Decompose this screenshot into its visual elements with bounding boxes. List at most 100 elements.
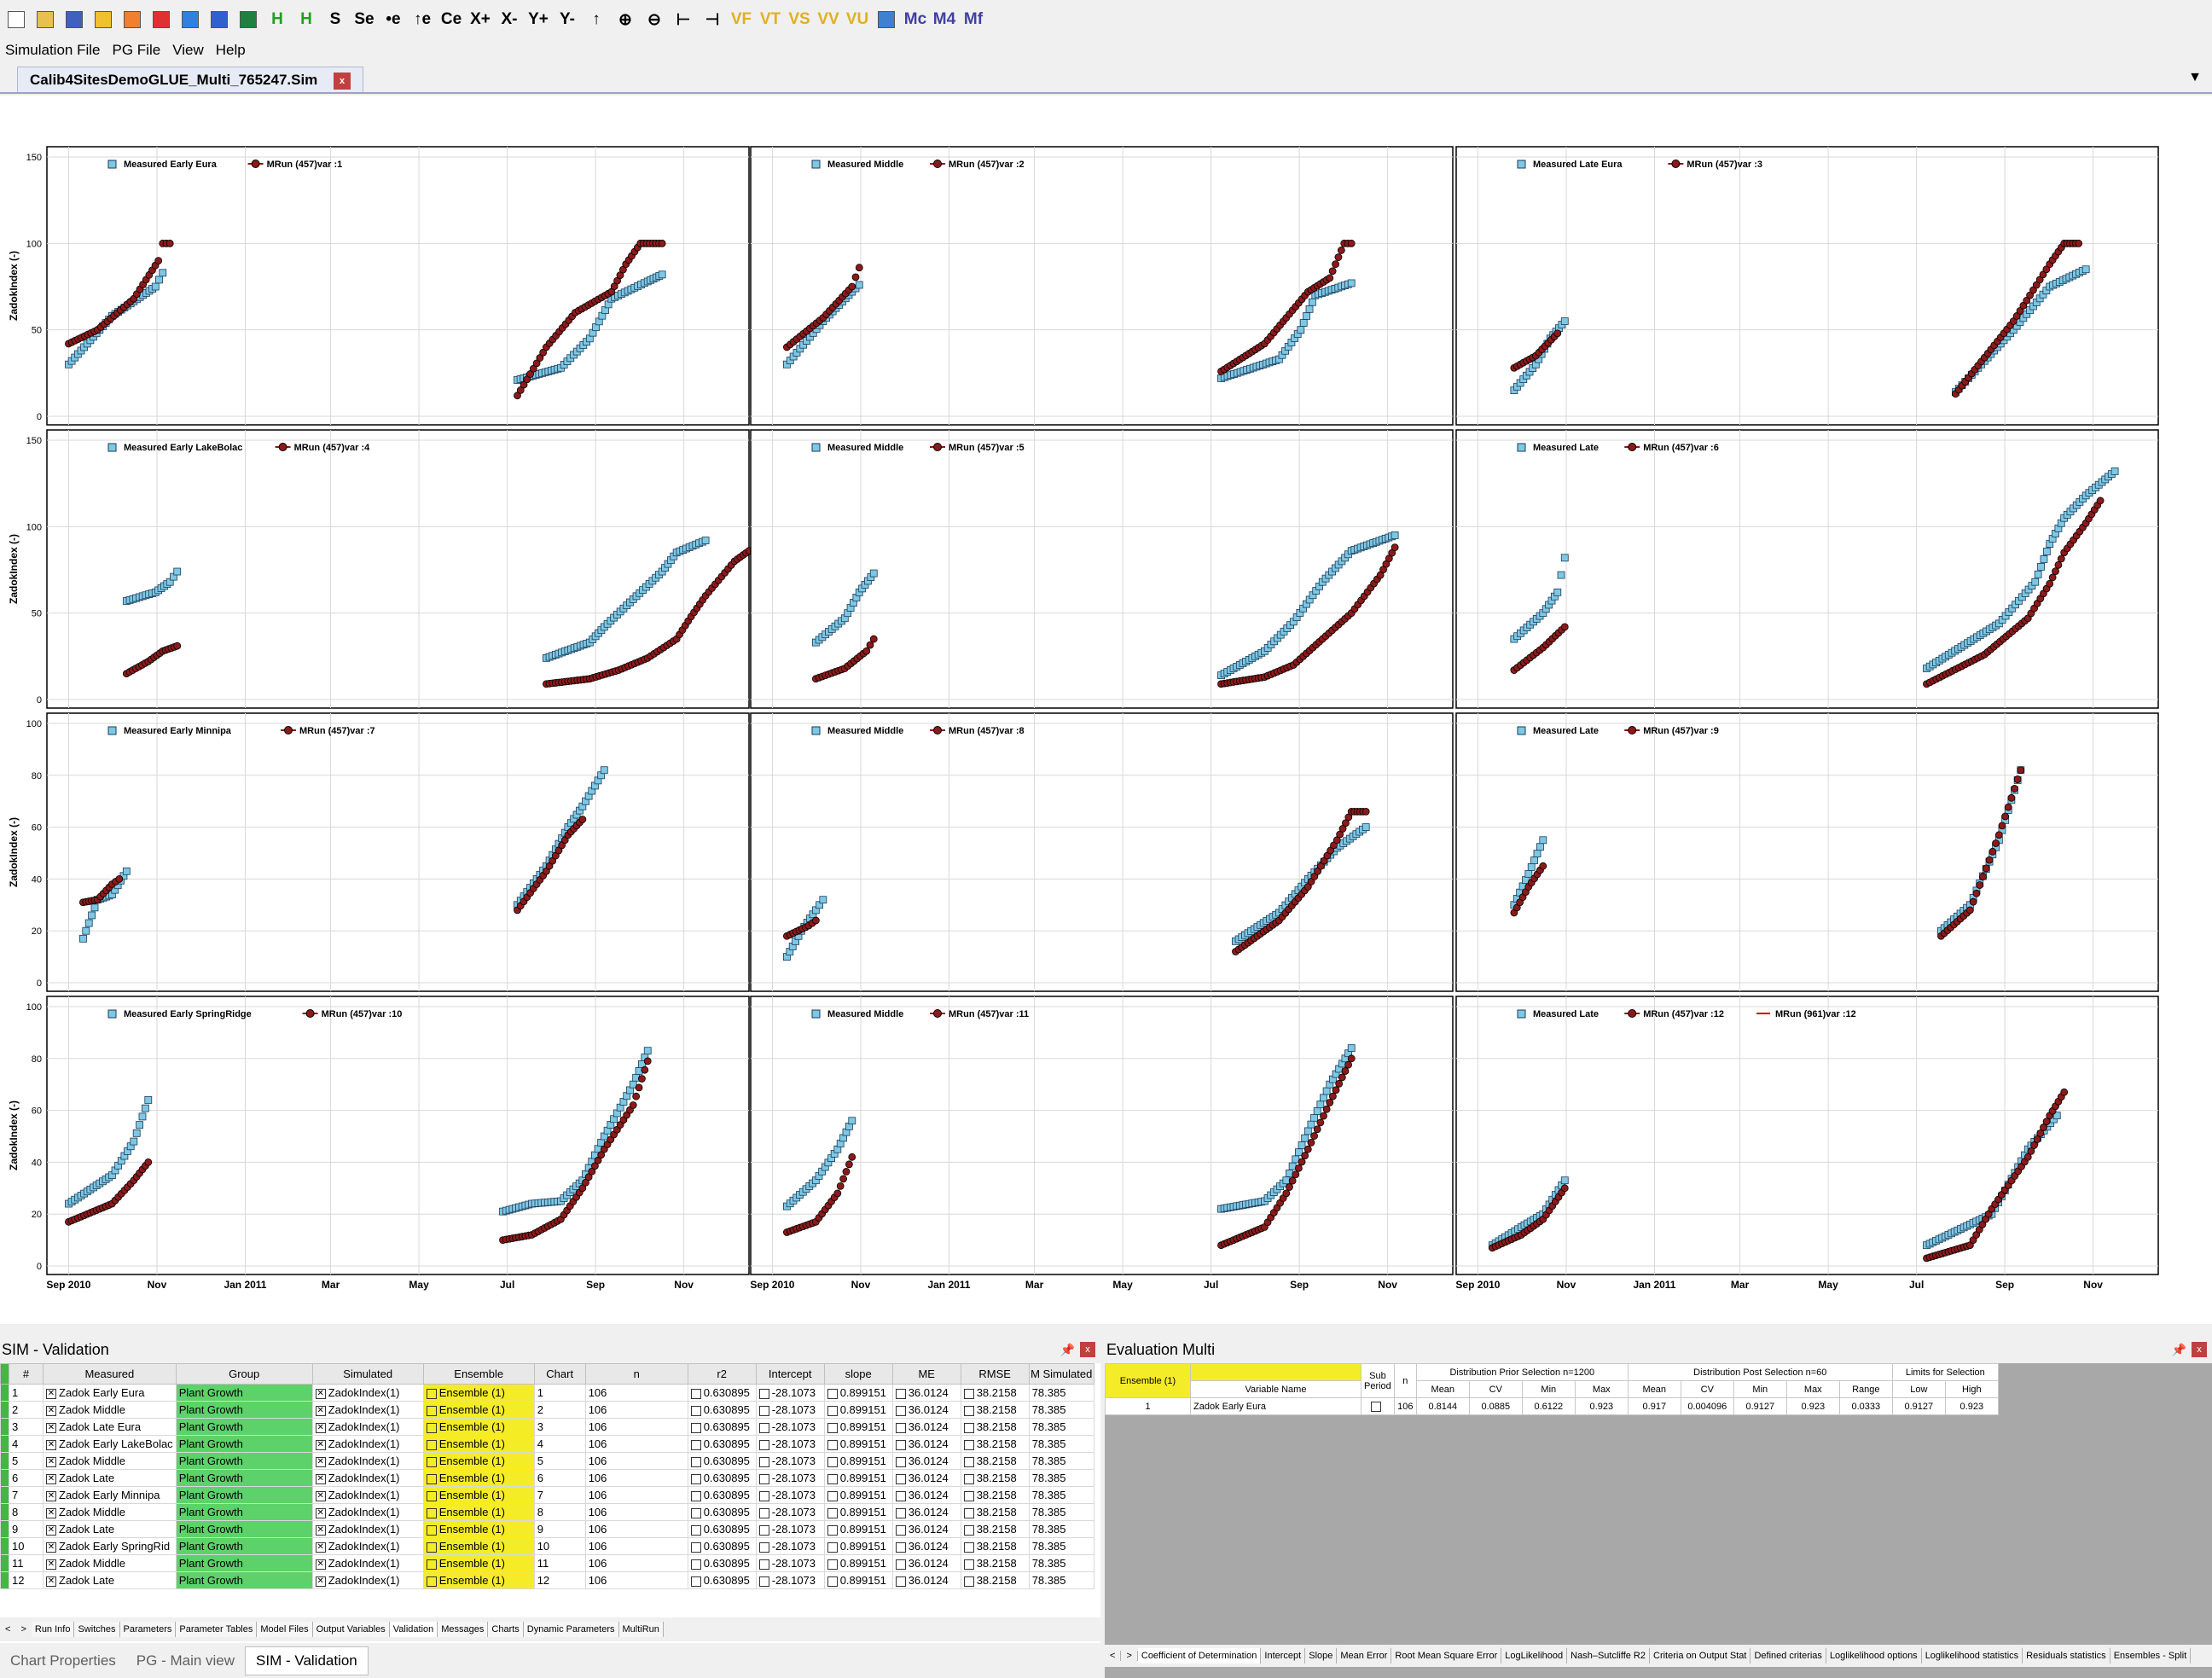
cell-r2[interactable]: 0.630895 <box>687 1503 757 1521</box>
toolbar-button-32[interactable]: M4 <box>932 7 957 32</box>
cell-slope[interactable]: 0.899151 <box>823 1435 893 1453</box>
output-icon[interactable] <box>206 7 232 32</box>
cell-n[interactable]: 106 <box>584 1554 688 1572</box>
toolbar-button-11[interactable]: S <box>322 7 348 32</box>
tab-coefficient-of-determination[interactable]: Coefficient of Determination <box>1137 1648 1262 1663</box>
checkbox[interactable]: ✕ <box>315 1542 326 1553</box>
tab-parameters[interactable]: Parameters <box>119 1622 177 1637</box>
checkbox[interactable] <box>690 1473 701 1484</box>
cell-rmse[interactable]: 38.2158 <box>960 1452 1030 1470</box>
cell-n[interactable]: 106 <box>584 1469 688 1487</box>
checkbox[interactable] <box>426 1542 437 1553</box>
tab-ensembles-split[interactable]: Ensembles - Split <box>2110 1648 2192 1663</box>
checkbox[interactable] <box>426 1507 437 1518</box>
checkbox[interactable] <box>426 1490 437 1501</box>
cell-group[interactable]: Plant Growth <box>175 1401 313 1419</box>
column-header[interactable]: # <box>9 1363 44 1385</box>
cell-slope[interactable]: 0.899151 <box>823 1486 893 1504</box>
cell-n[interactable]: 106 <box>584 1537 688 1555</box>
cell-m-simulated[interactable]: 78.385 <box>1028 1435 1094 1453</box>
close-icon[interactable]: x <box>1080 1342 1095 1357</box>
checkbox[interactable] <box>426 1473 437 1484</box>
cell-rmse[interactable]: 38.2158 <box>960 1384 1030 1402</box>
cell-n[interactable]: 106 <box>584 1401 688 1419</box>
cell-ensemble[interactable]: Ensemble (1) <box>422 1452 535 1470</box>
cell-n[interactable]: 106 <box>584 1520 688 1538</box>
toolbar-button-26[interactable]: VT <box>758 7 783 32</box>
checkbox[interactable]: ✕ <box>315 1524 326 1536</box>
checkbox[interactable]: ✕ <box>46 1456 56 1467</box>
cell-n[interactable]: 106 <box>584 1503 688 1521</box>
cell-intercept[interactable]: -28.1073 <box>755 1384 825 1402</box>
cell-ensemble[interactable]: Ensemble (1) <box>422 1503 535 1521</box>
cell-group[interactable]: Plant Growth <box>175 1503 313 1521</box>
checkbox[interactable] <box>895 1507 906 1518</box>
checkbox[interactable] <box>758 1388 769 1399</box>
checkbox[interactable] <box>963 1439 974 1450</box>
cell-simulated[interactable]: ✕ ZadokIndex(1) <box>311 1469 424 1487</box>
cell-m-simulated[interactable]: 78.385 <box>1028 1418 1094 1436</box>
checkbox[interactable] <box>963 1559 974 1570</box>
checkbox[interactable] <box>690 1559 701 1570</box>
checkbox[interactable] <box>827 1473 838 1484</box>
toolbar-button-19[interactable]: Y- <box>554 7 580 32</box>
cell-rmse[interactable]: 38.2158 <box>960 1571 1030 1589</box>
menu-pg-file[interactable]: PG File <box>113 42 161 59</box>
new-file-icon[interactable] <box>3 7 29 32</box>
cell-m-simulated[interactable]: 78.385 <box>1028 1486 1094 1504</box>
cell-intercept[interactable]: -28.1073 <box>755 1554 825 1572</box>
eval-cell[interactable]: 106 <box>1393 1397 1417 1415</box>
checkbox[interactable]: ✕ <box>315 1456 326 1467</box>
tab-intercept[interactable]: Intercept <box>1261 1648 1306 1663</box>
cell-measured[interactable]: ✕ Zadok Early SpringRid <box>43 1537 177 1555</box>
column-header[interactable]: Group <box>175 1363 313 1385</box>
chevron-down-icon[interactable]: ▼ <box>2188 70 2202 85</box>
cell-r2[interactable]: 0.630895 <box>687 1554 757 1572</box>
checkbox[interactable] <box>895 1456 906 1467</box>
cell-rmse[interactable]: 38.2158 <box>960 1418 1030 1436</box>
cell-measured[interactable]: ✕ Zadok Early LakeBolac <box>43 1435 177 1453</box>
checkbox[interactable]: ✕ <box>46 1542 56 1553</box>
cell-slope[interactable]: 0.899151 <box>823 1418 893 1436</box>
cell-measured[interactable]: ✕ Zadok Early Minnipa <box>43 1486 177 1504</box>
open-folder-icon[interactable] <box>32 7 58 32</box>
checkbox[interactable] <box>827 1388 838 1399</box>
toolbar-button-21[interactable]: ⊕ <box>613 7 638 32</box>
eval-cell[interactable]: 0.8144 <box>1415 1397 1470 1415</box>
table-row[interactable]: 5 ✕ Zadok Middle Plant Growth ✕ ZadokIndex(1)… <box>0 1452 1094 1470</box>
tab-chart-properties[interactable]: Chart Properties <box>0 1647 126 1675</box>
toolbar-button-23[interactable]: ⊢ <box>671 7 696 32</box>
cell-#[interactable]: 10 <box>9 1537 44 1555</box>
cell-simulated[interactable]: ✕ ZadokIndex(1) <box>311 1554 424 1572</box>
cell-#[interactable]: 6 <box>9 1469 44 1487</box>
eval-cell[interactable]: 0.923 <box>1944 1397 1999 1415</box>
cell-#[interactable]: 7 <box>9 1486 44 1504</box>
cell-#[interactable]: 2 <box>9 1401 44 1419</box>
table-row[interactable]: 1 ✕ Zadok Early Eura Plant Growth ✕ ZadokInde… <box>0 1384 1094 1402</box>
cell-rmse[interactable]: 38.2158 <box>960 1537 1030 1555</box>
checkbox[interactable] <box>963 1507 974 1518</box>
cell-ensemble[interactable]: Ensemble (1) <box>422 1435 535 1453</box>
checkbox[interactable] <box>895 1473 906 1484</box>
cell-me[interactable]: 36.0124 <box>891 1435 961 1453</box>
grid-icon[interactable] <box>874 7 899 32</box>
checkbox[interactable] <box>827 1422 838 1433</box>
checkbox[interactable] <box>758 1542 769 1553</box>
checkbox[interactable] <box>963 1473 974 1484</box>
cell-simulated[interactable]: ✕ ZadokIndex(1) <box>311 1384 424 1402</box>
eval-cell[interactable]: 0.9127 <box>1891 1397 1946 1415</box>
cell-r2[interactable]: 0.630895 <box>687 1401 757 1419</box>
cell-#[interactable]: 9 <box>9 1520 44 1538</box>
cell-m-simulated[interactable]: 78.385 <box>1028 1469 1094 1487</box>
checkbox[interactable]: ✕ <box>46 1559 56 1570</box>
cell-me[interactable]: 36.0124 <box>891 1384 961 1402</box>
eval-cell[interactable]: 0.9127 <box>1733 1397 1787 1415</box>
cell-intercept[interactable]: -28.1073 <box>755 1435 825 1453</box>
tab-loglikelihood-options[interactable]: Loglikelihood options <box>1826 1648 1922 1663</box>
checkbox[interactable] <box>758 1490 769 1501</box>
checkbox[interactable]: ✕ <box>315 1473 326 1484</box>
toolbar-button-31[interactable]: Mc <box>903 7 928 32</box>
cell-r2[interactable]: 0.630895 <box>687 1435 757 1453</box>
checkbox[interactable] <box>758 1456 769 1467</box>
cell-#[interactable]: 3 <box>9 1418 44 1436</box>
